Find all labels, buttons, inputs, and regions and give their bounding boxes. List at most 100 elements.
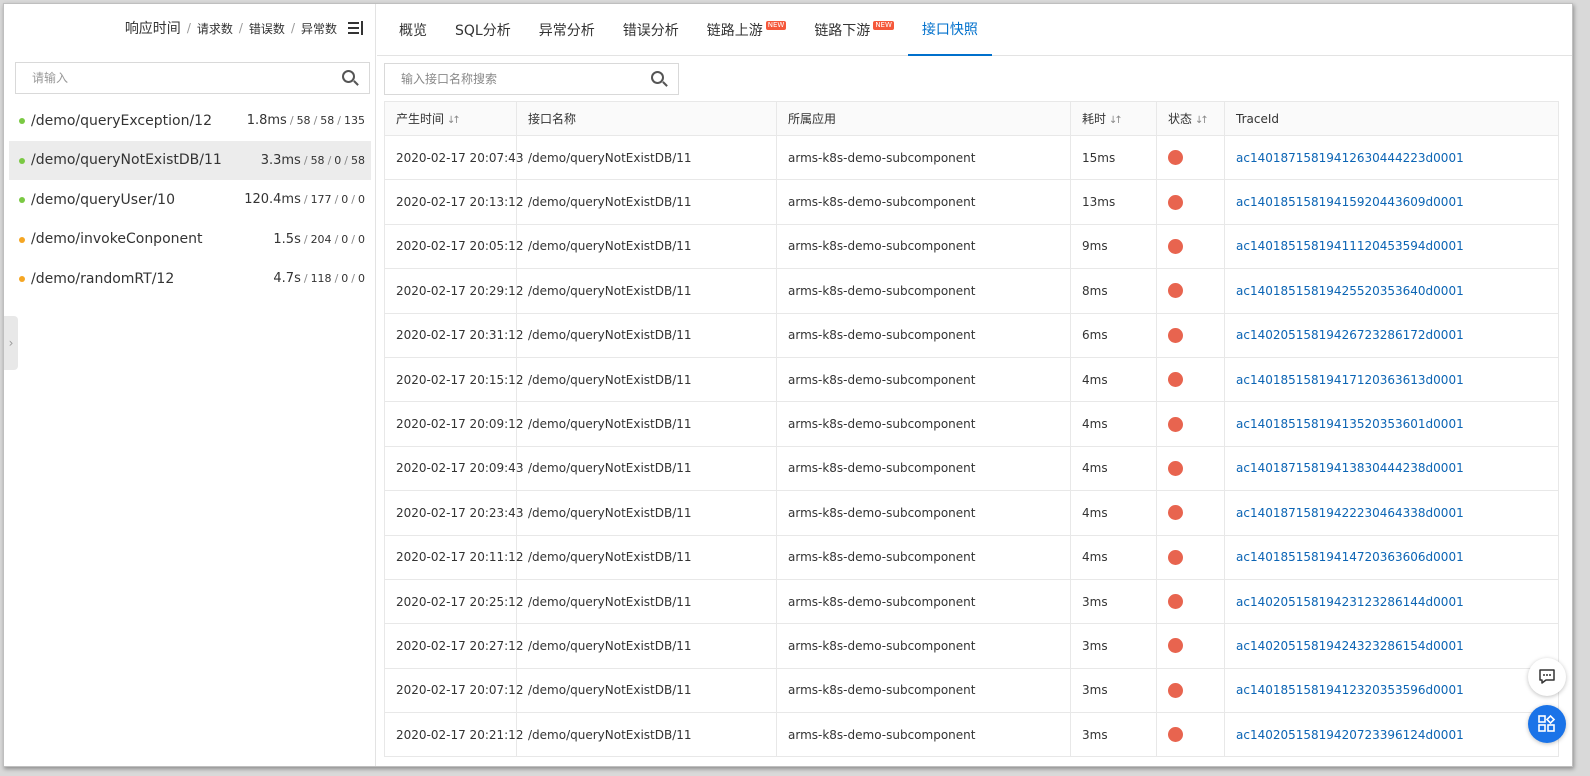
- cell-trace: ac14018515819411120453594d0001: [1224, 224, 1559, 270]
- stats-separator: /: [337, 114, 341, 128]
- sort-list-icon[interactable]: [347, 19, 365, 37]
- metric-response-time[interactable]: 响应时间: [125, 18, 181, 38]
- status-error-icon: [1168, 638, 1183, 654]
- stats-separator: /: [334, 193, 339, 207]
- tab-3[interactable]: 错误分析: [609, 4, 693, 56]
- trace-id-link[interactable]: ac14018515819413520353601d0001: [1236, 417, 1464, 431]
- trace-id-link[interactable]: ac14018515819411120453594d0001: [1236, 239, 1464, 253]
- metric-exceptions[interactable]: 异常数: [301, 20, 337, 37]
- collapse-handle[interactable]: ›: [4, 316, 18, 370]
- status-error-icon: [1168, 150, 1183, 166]
- detail-panel: 概览SQL分析异常分析错误分析链路上游NEW链路下游NEW接口快照 产生时间↓↑…: [377, 4, 1572, 766]
- api-stats: 120.4ms/177/0/0: [244, 192, 365, 207]
- api-name-search-input[interactable]: [385, 64, 645, 94]
- cell-api-name: /demo/queryNotExistDB/11: [516, 135, 777, 181]
- cell-time: 2020-02-17 20:09:12: [384, 401, 523, 447]
- trace-id-link[interactable]: ac14018515819412320353596d0001: [1236, 683, 1464, 697]
- trace-id-link[interactable]: ac14020515819426723286172d0001: [1236, 328, 1464, 342]
- api-search-input[interactable]: [16, 63, 326, 93]
- cell-status: [1156, 357, 1225, 403]
- apps-button[interactable]: [1528, 705, 1566, 743]
- tab-label: 链路下游: [814, 23, 871, 39]
- tab-1[interactable]: SQL分析: [441, 4, 525, 56]
- cell-time: 2020-02-17 20:15:12: [384, 357, 523, 403]
- list-item[interactable]: /demo/queryUser/10 120.4ms/177/0/0: [9, 180, 371, 220]
- cell-time: 2020-02-17 20:27:12: [384, 623, 523, 669]
- status-error-icon: [1168, 727, 1183, 743]
- tab-2[interactable]: 异常分析: [525, 4, 609, 56]
- sort-arrows-icon[interactable]: ↓↑: [1195, 115, 1209, 126]
- cell-status: [1156, 535, 1225, 580]
- status-error-icon: [1168, 549, 1183, 565]
- errors-value: 0: [341, 272, 349, 286]
- stats-separator: /: [313, 114, 318, 128]
- trace-id-link[interactable]: ac14020515819423123286144d0001: [1236, 595, 1464, 609]
- metric-separator: /: [238, 21, 243, 35]
- cell-api-name: /demo/queryNotExistDB/11: [516, 268, 777, 314]
- api-list: /demo/queryException/12 1.8ms/58/58/135/d…: [9, 101, 371, 299]
- exceptions-value: 135: [344, 114, 365, 128]
- cell-cost: 3ms: [1070, 623, 1157, 669]
- trace-id-link[interactable]: ac14020515819424323286154d0001: [1236, 639, 1464, 653]
- requests-value: 58: [296, 114, 311, 128]
- exceptions-value: 0: [358, 272, 365, 286]
- status-error-icon: [1168, 372, 1183, 388]
- chevron-right-icon: ›: [8, 336, 14, 350]
- cell-api-name: /demo/queryNotExistDB/11: [516, 401, 777, 447]
- cell-trace: ac14018715819422230464338d0001: [1224, 490, 1559, 536]
- cell-api-name: /demo/queryNotExistDB/11: [516, 357, 777, 403]
- cell-app: arms-k8s-demo-subcomponent: [776, 446, 1071, 492]
- cell-api-name: /demo/queryNotExistDB/11: [516, 668, 777, 714]
- trace-id-link[interactable]: ac14018515819417120363613d0001: [1236, 373, 1464, 387]
- sort-arrows-icon[interactable]: ↓↑: [1109, 115, 1123, 126]
- table-header-row: 产生时间 ↓↑ 接口名称 所属应用 耗时 ↓↑ 状态 ↓↑ TraceId: [384, 101, 1559, 136]
- trace-id-link[interactable]: ac14018515819414720363606d0001: [1236, 550, 1464, 564]
- tab-5[interactable]: 链路下游 NEW: [800, 4, 908, 56]
- tab-0[interactable]: 概览: [385, 4, 441, 56]
- response-time-value: 120.4ms: [244, 192, 301, 208]
- list-item[interactable]: /demo/queryException/12 1.8ms/58/58/135: [9, 101, 371, 141]
- trace-id-link[interactable]: ac14018515819425520353640d0001: [1236, 284, 1464, 298]
- cell-trace: ac14018515819413520353601d0001: [1224, 401, 1559, 447]
- metric-errors[interactable]: 错误数: [249, 20, 285, 37]
- trace-id-link[interactable]: ac14018715819412630444223d0001: [1236, 151, 1464, 165]
- trace-id-link[interactable]: ac14018715819413830444238d0001: [1236, 461, 1464, 475]
- trace-id-link[interactable]: ac14018515819415920443609d0001: [1236, 195, 1464, 209]
- tab-4[interactable]: 链路上游 NEW: [693, 4, 801, 56]
- tab-6[interactable]: 接口快照: [907, 4, 992, 56]
- chat-icon: [1539, 669, 1555, 684]
- column-header[interactable]: 产生时间 ↓↑: [384, 101, 517, 136]
- search-icon[interactable]: [341, 69, 359, 87]
- cell-status: [1156, 313, 1225, 358]
- list-item[interactable]: /demo/randomRT/12 4.7s/118/0/0: [9, 259, 371, 299]
- cell-app: arms-k8s-demo-subcomponent: [776, 357, 1071, 403]
- trace-id-link[interactable]: ac14018715819422230464338d0001: [1236, 506, 1464, 520]
- api-name-search-box: [384, 63, 679, 95]
- cell-status: [1156, 224, 1225, 270]
- cell-time: 2020-02-17 20:11:12: [384, 535, 523, 580]
- chat-button[interactable]: [1528, 658, 1566, 696]
- cell-trace: ac14020515819426723286172d0001: [1224, 313, 1559, 358]
- search-icon[interactable]: [650, 70, 668, 88]
- table-row: 2020-02-17 20:07:43/demo/queryNotExistDB…: [384, 135, 1559, 181]
- trace-id-link[interactable]: ac14020515819420723396124d0001: [1236, 728, 1464, 742]
- cell-cost: 13ms: [1070, 179, 1157, 225]
- column-header-label: 耗时: [1082, 112, 1107, 126]
- list-item[interactable]: /demo/queryNotExistDB/11 3.3ms/58/0/58: [9, 140, 371, 180]
- cell-app: arms-k8s-demo-subcomponent: [776, 668, 1071, 714]
- errors-value: 0: [341, 193, 349, 207]
- cell-cost: 9ms: [1070, 224, 1157, 270]
- stats-separator: /: [351, 232, 355, 246]
- status-dot: [19, 197, 25, 203]
- column-header[interactable]: 状态 ↓↑: [1156, 101, 1225, 136]
- status-error-icon: [1168, 682, 1183, 698]
- requests-value: 177: [310, 193, 332, 207]
- table-row: 2020-02-17 20:21:12/demo/queryNotExistDB…: [384, 712, 1559, 758]
- sort-arrows-icon[interactable]: ↓↑: [447, 115, 461, 126]
- metric-requests[interactable]: 请求数: [197, 20, 233, 37]
- list-item[interactable]: /demo/invokeConponent 1.5s/204/0/0: [9, 220, 371, 260]
- cell-trace: ac14018515819415920443609d0001: [1224, 179, 1559, 225]
- status-error-icon: [1168, 327, 1183, 343]
- column-header[interactable]: 耗时 ↓↑: [1070, 101, 1157, 136]
- status-dot: [19, 118, 25, 124]
